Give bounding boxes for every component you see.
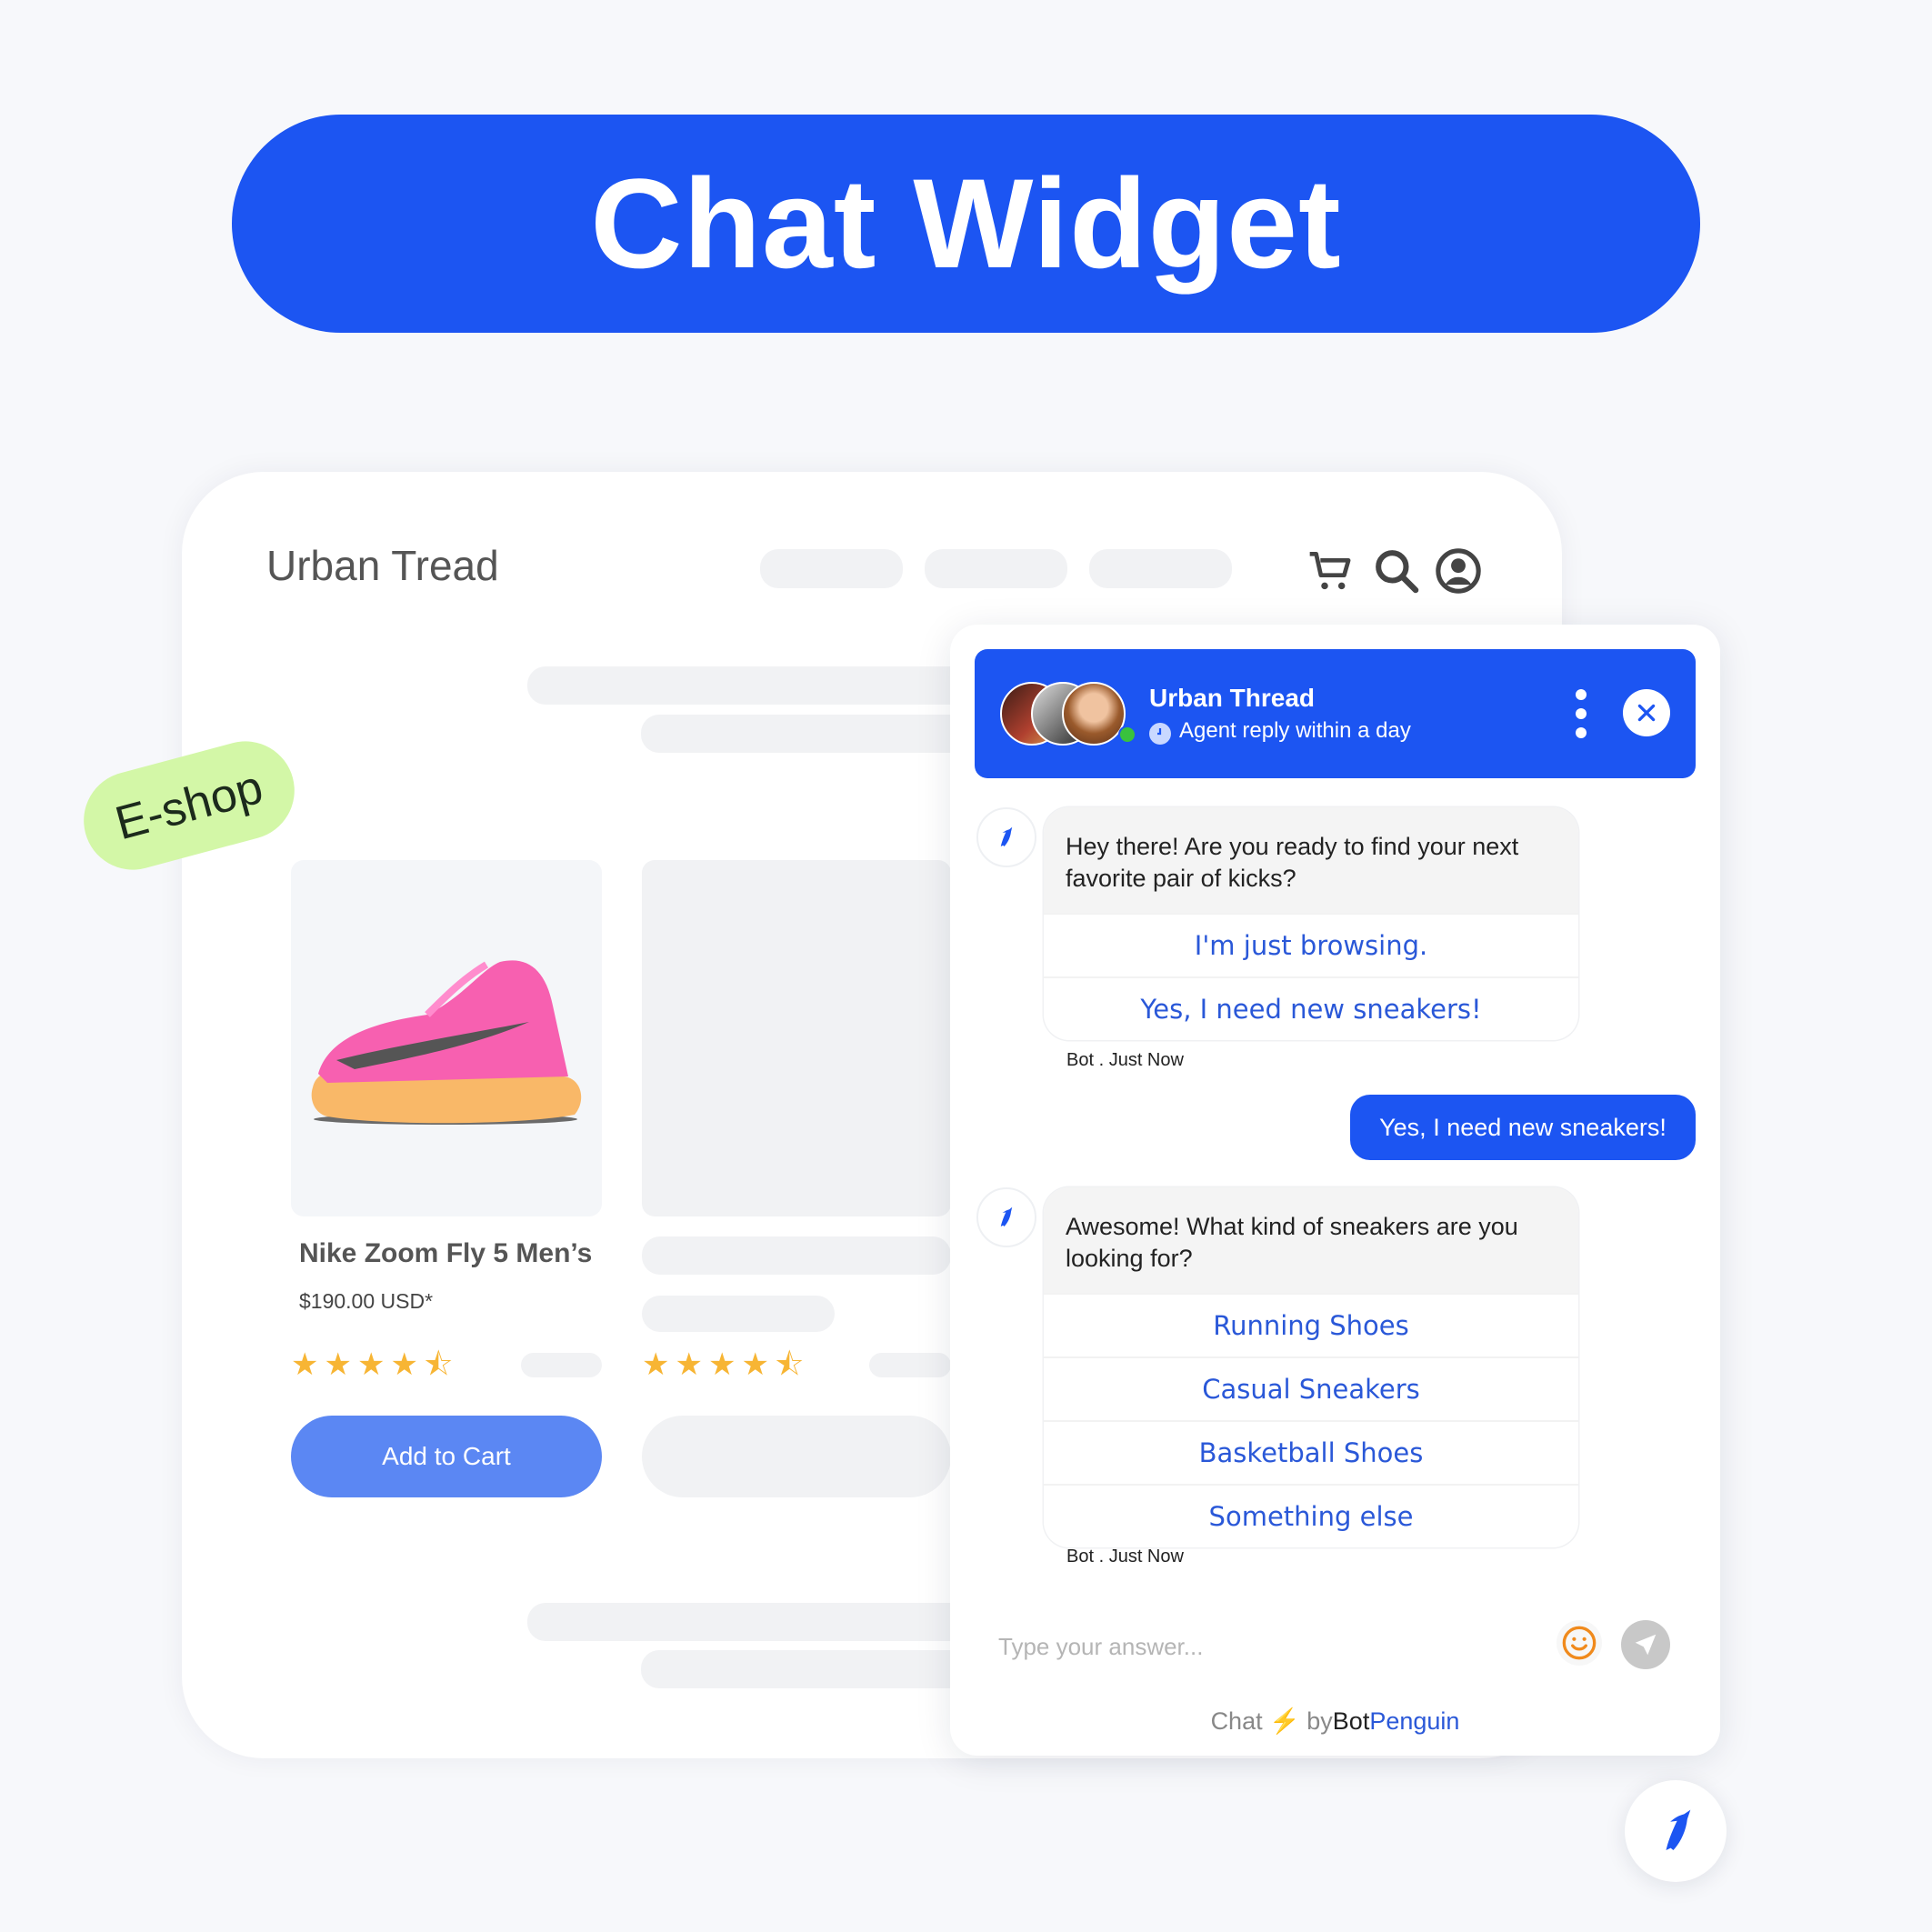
quick-reply-option[interactable]: Basketball Shoes xyxy=(1044,1420,1578,1484)
content-placeholder xyxy=(641,715,986,753)
powered-by[interactable]: Chat ⚡ byBotPenguin xyxy=(950,1707,1720,1736)
chat-subtitle: Agent reply within a day xyxy=(1179,718,1411,743)
footer-chat-label: Chat xyxy=(1210,1707,1263,1735)
nav-placeholder xyxy=(760,549,903,588)
bot-avatar xyxy=(976,1187,1036,1247)
more-options-icon[interactable] xyxy=(1571,689,1591,738)
eshop-label: E-shop xyxy=(109,760,269,851)
product-image-placeholder xyxy=(642,860,951,1216)
penguin-icon xyxy=(1000,1206,1013,1226)
content-placeholder xyxy=(527,1603,982,1641)
bot-message: Awesome! What kind of sneakers are you l… xyxy=(1044,1187,1578,1547)
message-input[interactable] xyxy=(996,1627,1436,1666)
emoji-button[interactable] xyxy=(1557,1620,1602,1666)
star-icon: ★ xyxy=(642,1347,670,1382)
title-banner: Chat Widget xyxy=(232,115,1700,333)
sneaker-image xyxy=(311,960,582,1125)
user-message: Yes, I need new sneakers! xyxy=(1350,1095,1696,1160)
quick-reply-option[interactable]: Yes, I need new sneakers! xyxy=(1044,976,1578,1040)
penguin-icon xyxy=(1666,1809,1691,1850)
text-placeholder xyxy=(642,1296,835,1332)
clock-icon xyxy=(1149,723,1171,745)
message-meta: Bot . Just Now xyxy=(1066,1050,1184,1070)
content-placeholder xyxy=(641,1650,986,1688)
quick-reply-option[interactable]: Casual Sneakers xyxy=(1044,1356,1578,1420)
star-icon: ★ xyxy=(356,1347,385,1382)
footer-brand-a: Bot xyxy=(1332,1707,1370,1735)
review-count-placeholder xyxy=(869,1353,951,1377)
star-half-icon: ⯪ xyxy=(774,1347,805,1382)
agent-avatar xyxy=(1062,682,1126,746)
lightning-icon: ⚡ xyxy=(1269,1707,1300,1735)
message-text: Awesome! What kind of sneakers are you l… xyxy=(1044,1187,1578,1293)
smiley-icon xyxy=(1562,1626,1597,1660)
footer-brand-b: Penguin xyxy=(1369,1707,1460,1735)
chat-title: Urban Thread xyxy=(1149,684,1316,712)
content-placeholder xyxy=(527,666,982,705)
product-name[interactable]: Nike Zoom Fly 5 Men’s xyxy=(299,1238,592,1269)
message-text: Hey there! Are you ready to find your ne… xyxy=(1044,807,1578,913)
star-icon: ★ xyxy=(741,1347,769,1382)
title-text: Chat Widget xyxy=(590,152,1342,295)
star-icon: ★ xyxy=(707,1347,736,1382)
text-placeholder xyxy=(642,1236,951,1275)
account-icon[interactable] xyxy=(1433,546,1484,596)
button-placeholder xyxy=(642,1416,951,1497)
chat-launcher-button[interactable] xyxy=(1625,1780,1727,1882)
product-image[interactable] xyxy=(291,860,602,1216)
online-status-indicator xyxy=(1118,726,1136,744)
review-count-placeholder xyxy=(521,1353,602,1377)
add-to-cart-button[interactable]: Add to Cart xyxy=(291,1416,602,1497)
nav-placeholder xyxy=(1089,549,1232,588)
close-icon xyxy=(1637,704,1656,722)
send-icon xyxy=(1635,1634,1657,1656)
penguin-icon xyxy=(1000,826,1013,846)
star-icon: ★ xyxy=(324,1347,352,1382)
message-text: Yes, I need new sneakers! xyxy=(1379,1113,1667,1141)
footer-by-label: by xyxy=(1306,1707,1333,1735)
quick-reply-option[interactable]: I'm just browsing. xyxy=(1044,913,1578,976)
shop-brand[interactable]: Urban Tread xyxy=(266,541,499,590)
cart-icon[interactable] xyxy=(1306,546,1356,596)
star-half-icon: ⯪ xyxy=(423,1347,454,1382)
product-rating: ★ ★ ★ ★ ⯪ xyxy=(291,1349,453,1380)
search-icon[interactable] xyxy=(1371,546,1422,596)
quick-reply-option[interactable]: Something else xyxy=(1044,1484,1578,1547)
quick-reply-option[interactable]: Running Shoes xyxy=(1044,1293,1578,1356)
close-chat-button[interactable] xyxy=(1623,689,1670,736)
placeholder-rating: ★ ★ ★ ★ ⯪ xyxy=(642,1349,804,1380)
product-price: $190.00 USD* xyxy=(299,1289,434,1313)
send-button[interactable] xyxy=(1621,1620,1670,1669)
star-icon: ★ xyxy=(675,1347,703,1382)
bot-avatar xyxy=(976,807,1036,867)
message-meta: Bot . Just Now xyxy=(1066,1547,1184,1567)
bot-message: Hey there! Are you ready to find your ne… xyxy=(1044,807,1578,1040)
nav-placeholder xyxy=(925,549,1067,588)
star-icon: ★ xyxy=(291,1347,319,1382)
star-icon: ★ xyxy=(390,1347,418,1382)
